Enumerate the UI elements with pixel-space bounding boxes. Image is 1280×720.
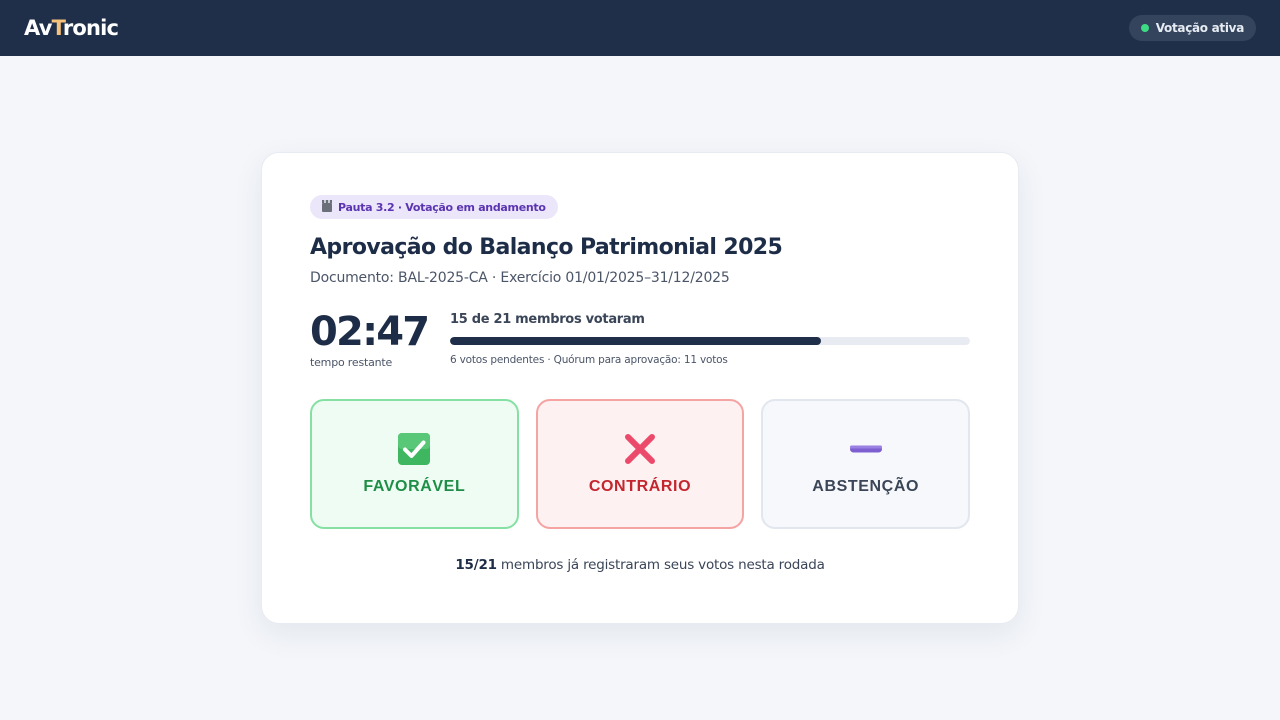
timer-block: 02:47 tempo restante [310, 310, 450, 369]
vote-favor-button[interactable]: FAVORÁVEL [310, 399, 519, 529]
timer-label: tempo restante [310, 356, 393, 369]
agenda-badge: Pauta 3.2 · Votação em andamento [310, 195, 558, 219]
progress-fill [450, 337, 822, 345]
voting-status-badge: Votação ativa [1128, 15, 1256, 41]
voting-status-label: Votação ativa [1155, 21, 1245, 35]
timer-progress-row: 02:47 tempo restante 15 de 21 membros vo… [310, 310, 970, 369]
check-box-icon [397, 432, 431, 466]
brand-suffix: ronic [62, 16, 119, 40]
top-bar: AvTronic Votação ativa [0, 0, 1280, 56]
status-dot-icon [1140, 24, 1149, 32]
progress-block: 15 de 21 membros votaram 6 votos pendent… [450, 310, 970, 366]
votes-registered-summary: 15/21 membros já registraram seus votos … [310, 557, 970, 573]
brand-accent: T [51, 16, 64, 40]
agenda-badge-label: Pauta 3.2 · Votação em andamento [338, 200, 546, 214]
progress-track [450, 337, 970, 345]
vote-against-button[interactable]: CONTRÁRIO [535, 399, 745, 529]
brand-prefix: Av [24, 16, 52, 40]
votes-registered-text: membros já registraram seus votos nesta … [496, 557, 825, 573]
vote-options: FAVORÁVEL CONTRÁRIO ABSTENÇÃO [310, 399, 971, 529]
agenda-subtitle: Documento: BAL-2025-CA · Exercício 01/01… [310, 270, 730, 286]
vote-abstain-label: ABSTENÇÃO [812, 478, 920, 495]
vote-against-label: CONTRÁRIO [588, 478, 692, 495]
vote-abstain-button[interactable]: ABSTENÇÃO [761, 399, 971, 529]
clapperboard-icon [322, 199, 332, 212]
cross-mark-icon [623, 432, 657, 466]
vote-favor-label: FAVORÁVEL [363, 478, 466, 495]
agenda-title: Aprovação do Balanço Patrimonial 2025 [310, 235, 783, 260]
minus-icon [849, 432, 883, 466]
progress-note: 6 votos pendentes · Quórum para aprovaçã… [450, 354, 728, 366]
brand-logo[interactable]: AvTronic [24, 16, 119, 40]
progress-title: 15 de 21 membros votaram [450, 312, 645, 327]
votes-registered-count: 15/21 [455, 557, 497, 573]
countdown-timer: 02:47 [310, 309, 430, 355]
voting-card: Pauta 3.2 · Votação em andamento Aprovaç… [261, 152, 1019, 624]
